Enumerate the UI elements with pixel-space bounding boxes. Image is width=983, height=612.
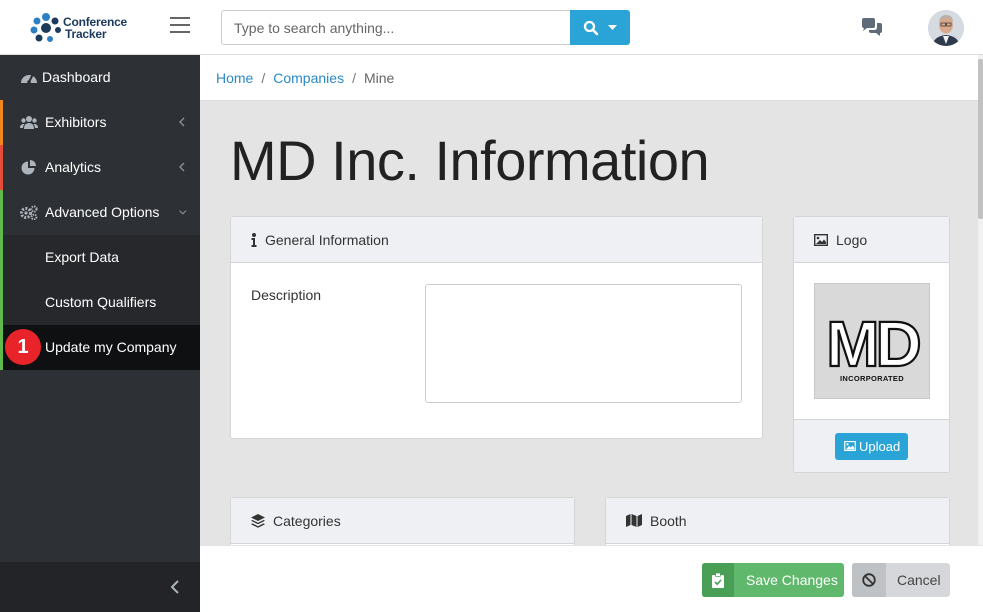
page-title: MD Inc. Information [230, 129, 710, 192]
sidebar-item-label: Exhibitors [45, 114, 107, 130]
breadcrumb-current: Mine [363, 70, 395, 86]
sidebar-item-exhibitors[interactable]: Exhibitors [0, 100, 200, 145]
image-icon [814, 234, 828, 246]
info-icon [251, 233, 257, 247]
image-icon [844, 441, 856, 451]
upload-button[interactable]: Upload [835, 433, 908, 460]
sidebar-item-label: Custom Qualifiers [45, 294, 157, 310]
search-button[interactable] [570, 10, 630, 45]
description-label: Description [251, 287, 322, 303]
chevron-left-icon [170, 580, 179, 594]
logo-line-2: Tracker [65, 27, 107, 41]
sidebar-item-analytics[interactable]: Analytics [0, 145, 200, 190]
save-icon-box [702, 563, 734, 597]
clipboard-check-icon [712, 573, 724, 588]
save-changes-button[interactable]: Save Changes [702, 563, 844, 597]
users-icon [20, 116, 38, 129]
step-badge: 1 [5, 329, 41, 365]
search-icon [583, 20, 599, 36]
save-changes-label: Save Changes [746, 572, 838, 588]
map-icon [626, 514, 642, 527]
logo-panel: Logo MD INCORPORATED Upload [793, 216, 950, 473]
sidebar-item-advanced-options[interactable]: Advanced Options [0, 190, 200, 235]
panel-header: Booth [606, 498, 949, 544]
chevron-left-icon [179, 162, 185, 172]
search-input[interactable] [221, 10, 571, 45]
logo-panel-footer: Upload [794, 419, 949, 472]
breadcrumb-separator: / [261, 70, 266, 86]
user-photo [928, 10, 964, 46]
menu-toggle-icon[interactable] [170, 17, 190, 35]
layers-icon [251, 514, 265, 528]
breadcrumb-bar: Home / Companies / Mine [200, 55, 978, 101]
cogs-icon [20, 205, 38, 220]
sidebar-item-update-my-company[interactable]: 1 Update my Company [0, 325, 200, 370]
panel-header: Categories [231, 498, 574, 544]
sidebar-item-label: Export Data [45, 249, 119, 265]
sidebar-item-label: Dashboard [42, 69, 111, 85]
chevron-down-icon [179, 210, 187, 215]
cancel-icon-box [852, 563, 886, 597]
comments-icon[interactable] [860, 17, 884, 39]
search-bar [221, 10, 630, 45]
cancel-label: Cancel [897, 572, 941, 588]
breadcrumb-home[interactable]: Home [216, 70, 253, 86]
panel-title: Logo [836, 232, 868, 248]
general-information-panel: General Information Description [230, 216, 763, 439]
scrollbar-thumb[interactable] [978, 59, 983, 219]
sidebar-item-dashboard[interactable]: Dashboard [0, 55, 200, 100]
sidebar-item-custom-qualifiers[interactable]: Custom Qualifiers [0, 280, 200, 325]
panel-title: General Information [265, 232, 389, 248]
sidebar-item-export-data[interactable]: Export Data [0, 235, 200, 280]
tachometer-icon [21, 74, 37, 84]
sidebar-collapse-button[interactable] [0, 562, 200, 612]
cancel-button[interactable]: Cancel [852, 563, 950, 597]
panel-header: General Information [231, 217, 762, 263]
sidebar: Dashboard Exhibitors Analytics Advanced … [0, 55, 200, 612]
vertical-scrollbar[interactable] [978, 55, 983, 545]
panel-header: Logo [794, 217, 949, 263]
company-logo-graphic: MD INCORPORATED [825, 307, 925, 383]
company-logo-image: MD INCORPORATED [814, 283, 930, 399]
app-logo[interactable]: Conference Tracker [30, 10, 140, 46]
chevron-left-icon [179, 117, 185, 127]
sidebar-item-label: Update my Company [45, 339, 177, 355]
caret-down-icon [608, 25, 617, 30]
breadcrumb-separator: / [352, 70, 356, 86]
sidebar-item-label: Advanced Options [45, 204, 160, 220]
breadcrumb: Home / Companies / Mine [216, 70, 394, 86]
form-action-bar: Save Changes Cancel [200, 545, 983, 612]
user-avatar[interactable] [928, 10, 964, 46]
people-cluster-icon [30, 13, 61, 42]
description-textarea[interactable] [425, 284, 742, 403]
logo-subtitle-text: INCORPORATED [840, 374, 904, 383]
panel-title: Booth [650, 513, 687, 529]
upload-label: Upload [859, 439, 901, 454]
logo-wordmark: Conference Tracker [63, 16, 127, 40]
sidebar-item-label: Analytics [45, 159, 102, 175]
top-bar: Conference Tracker [0, 0, 983, 55]
pie-chart-icon [21, 160, 36, 175]
logo-mark-text: MD [826, 308, 919, 380]
breadcrumb-companies[interactable]: Companies [273, 70, 344, 86]
ban-icon [862, 573, 876, 587]
panel-title: Categories [273, 513, 341, 529]
